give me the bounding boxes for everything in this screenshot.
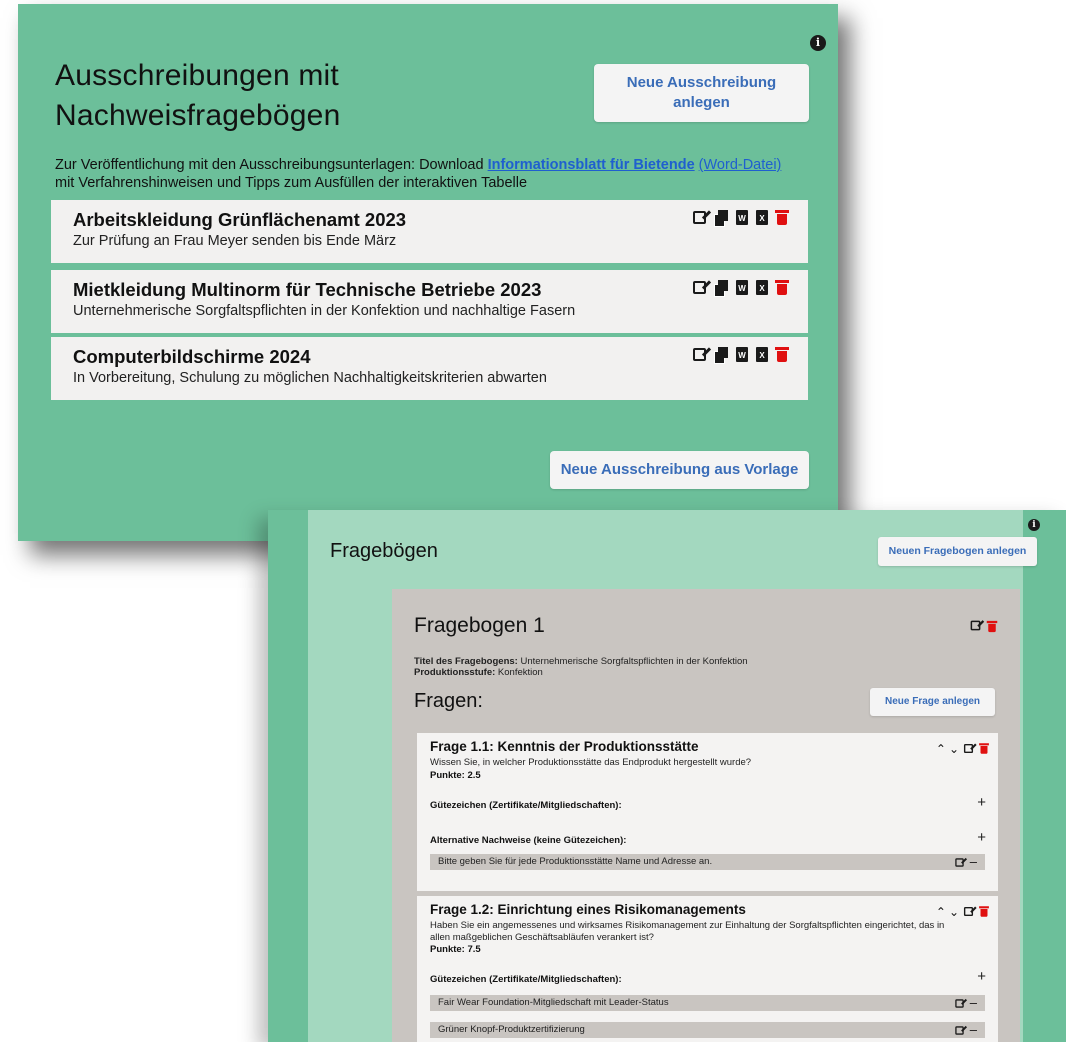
tender-subtitle: Unternehmerische Sorgfaltspflichten in d… [73, 303, 576, 319]
word-export-icon[interactable]: W [736, 210, 748, 225]
meta-stage-value: Konfektion [495, 667, 543, 678]
edit-icon[interactable] [693, 281, 706, 294]
question-title: Frage 1.1: Kenntnis der Produktionsstätt… [430, 739, 699, 754]
questionnaires-content: i Neuen Fragebogen anlegen Fragebogen 1 … [308, 510, 1040, 1042]
labels-heading: Gütezeichen (Zertifikate/Mitgliedschafte… [430, 974, 622, 985]
description-text: Zur Veröffentlichung mit den Ausschreibu… [55, 157, 488, 173]
question-points: Punkte: 7.5 [430, 944, 481, 955]
tender-subtitle: Zur Prüfung an Frau Meyer senden bis End… [73, 233, 397, 249]
meta-stage-label: Produktionsstufe: [414, 667, 496, 678]
delete-icon[interactable] [979, 906, 989, 917]
label-item-label: Grüner Knopf-Produktzertifizierung [438, 1024, 585, 1035]
edit-icon[interactable] [693, 348, 706, 361]
question-points: Punkte: 2.5 [430, 770, 481, 781]
edit-icon[interactable] [955, 998, 964, 1008]
word-export-icon[interactable]: W [736, 280, 748, 295]
tender-item: Arbeitskleidung Grünflächenamt 2023 Zur … [51, 200, 808, 263]
label-item-label: Fair Wear Foundation-Mitgliedschaft mit … [438, 997, 669, 1008]
tender-subtitle: In Vorbereitung, Schulung zu möglichen N… [73, 370, 547, 386]
edit-icon[interactable] [955, 1025, 964, 1035]
delete-icon[interactable] [986, 620, 998, 633]
move-down-icon[interactable]: ⌄ [949, 905, 959, 919]
word-export-icon[interactable]: W [736, 347, 748, 362]
meta-title-value: Unternehmerische Sorgfaltspflichten in d… [517, 656, 748, 667]
questionnaires-panel: i Neuen Fragebogen anlegen Fragebogen 1 … [268, 510, 1066, 1042]
question-text: Wissen Sie, in welcher Produktionsstätte… [430, 757, 752, 768]
copy-icon[interactable] [714, 347, 728, 364]
edit-icon[interactable] [693, 211, 706, 224]
info-sheet-link[interactable]: Informationsblatt für Bietende [488, 157, 695, 173]
question-title: Frage 1.2: Einrichtung eines Risikomanag… [430, 902, 746, 917]
info-icon[interactable]: i [1028, 519, 1040, 531]
label-item: Grüner Knopf-Produktzertifizierung – [430, 1022, 985, 1038]
info-icon[interactable]: i [810, 35, 826, 51]
edit-icon[interactable] [970, 620, 981, 631]
alternative-item: Bitte geben Sie für jede Produktionsstät… [430, 854, 985, 870]
tender-item: Computerbildschirme 2024 In Vorbereitung… [51, 337, 808, 400]
remove-icon[interactable]: – [970, 854, 977, 870]
tender-title: Mietkleidung Multinorm für Technische Be… [73, 279, 542, 300]
delete-icon[interactable] [775, 210, 789, 225]
excel-export-icon[interactable]: X [756, 280, 768, 295]
alternatives-heading: Alternative Nachweise (keine Gütezeichen… [430, 835, 627, 846]
excel-export-icon[interactable]: X [756, 210, 768, 225]
move-up-icon[interactable]: ⌃ [936, 905, 946, 919]
edit-icon[interactable] [963, 743, 974, 754]
alternative-item-label: Bitte geben Sie für jede Produktionsstät… [438, 856, 713, 867]
page-title: Ausschreibungen mit Nachweisfragebögen [55, 59, 341, 132]
delete-icon[interactable] [775, 280, 789, 295]
questionnaires-title: Fragebögen [330, 540, 438, 562]
remove-icon[interactable]: – [970, 1022, 977, 1038]
edit-icon[interactable] [955, 857, 964, 867]
delete-icon[interactable] [979, 743, 989, 754]
questionnaire-title: Fragebogen 1 [414, 614, 545, 637]
question-text: Haben Sie ein angemessenes und wirksames… [430, 920, 945, 943]
questions-heading: Fragen: [414, 690, 483, 712]
questionnaire-meta: Titel des Fragebogens: Unternehmerische … [414, 656, 748, 678]
questionnaire-card: Fragebogen 1 Titel des Fragebogens: Unte… [392, 589, 1020, 1042]
word-file-link[interactable]: (Word-Datei) [699, 157, 782, 173]
tender-title: Arbeitskleidung Grünflächenamt 2023 [73, 209, 407, 230]
question-card: Frage 1.2: Einrichtung eines Risikomanag… [417, 896, 998, 1042]
question-card: Frage 1.1: Kenntnis der Produktionsstätt… [417, 733, 998, 891]
edit-icon[interactable] [963, 906, 974, 917]
new-tender-from-template-button[interactable]: Neue Ausschreibung aus Vorlage [550, 451, 809, 489]
description-text-2: mit Verfahrenshinweisen und Tipps zum Au… [55, 175, 528, 191]
tender-title: Computerbildschirme 2024 [73, 346, 311, 367]
add-label-icon[interactable]: + [977, 968, 986, 985]
label-item: Fair Wear Foundation-Mitgliedschaft mit … [430, 995, 985, 1011]
tenders-panel: i Ausschreibungen mit Nachweisfragebögen… [18, 4, 838, 541]
copy-icon[interactable] [714, 210, 728, 227]
labels-heading: Gütezeichen (Zertifikate/Mitgliedschafte… [430, 800, 622, 811]
meta-title-label: Titel des Fragebogens: [414, 656, 518, 667]
new-question-button[interactable]: Neue Frage anlegen [870, 688, 995, 716]
new-questionnaire-button[interactable]: Neuen Fragebogen anlegen [878, 537, 1037, 566]
info-description: Zur Veröffentlichung mit den Ausschreibu… [55, 156, 835, 192]
delete-icon[interactable] [775, 347, 789, 362]
new-tender-button[interactable]: Neue Ausschreibung anlegen [594, 64, 809, 122]
add-label-icon[interactable]: + [977, 794, 986, 811]
remove-icon[interactable]: – [970, 995, 977, 1011]
tender-item: Mietkleidung Multinorm für Technische Be… [51, 270, 808, 333]
excel-export-icon[interactable]: X [756, 347, 768, 362]
add-alternative-icon[interactable]: + [977, 829, 986, 846]
copy-icon[interactable] [714, 280, 728, 297]
move-down-icon[interactable]: ⌄ [949, 742, 959, 756]
move-up-icon[interactable]: ⌃ [936, 742, 946, 756]
